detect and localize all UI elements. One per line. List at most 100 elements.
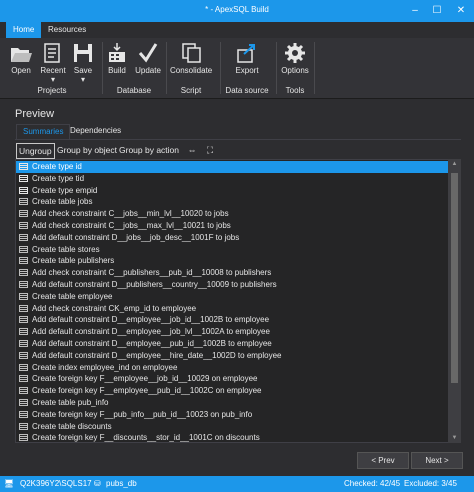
maximize-button[interactable]: ☐	[426, 3, 448, 19]
list-item-label: Add default constraint D__employee__hire…	[32, 350, 282, 360]
table-icon	[19, 198, 28, 206]
list-item[interactable]: Create table publishers	[16, 255, 448, 267]
list-item[interactable]: Add default constraint D__employee__job_…	[16, 326, 448, 338]
scrollbar-thumb[interactable]	[451, 173, 458, 383]
table-icon	[19, 375, 28, 383]
list-item-label: Create table stores	[32, 244, 100, 254]
type-icon	[19, 163, 28, 170]
consolidate-button[interactable]: Consolidate	[170, 40, 212, 75]
recent-button[interactable]: Recent ▾	[39, 40, 67, 84]
group-label-data-source: Data source	[225, 86, 269, 95]
list-item[interactable]: Create foreign key F__discounts__stor_id…	[16, 432, 448, 443]
list-item[interactable]: Create table discounts	[16, 421, 448, 433]
tab-dependencies[interactable]: Dependencies	[64, 124, 127, 138]
list-item[interactable]: Add default constraint D__jobs__job_desc…	[16, 232, 448, 244]
list-item[interactable]: Create index employee_ind on employee	[16, 362, 448, 374]
list-item-label: Create foreign key F__discounts__stor_id…	[32, 433, 260, 443]
summary-list[interactable]: Create type id Create type tid Create type…	[15, 159, 449, 443]
list-item-label: Create table discounts	[32, 421, 112, 431]
list-item-label: Add check constraint C__jobs__max_lvl__1…	[32, 220, 231, 230]
table-icon	[19, 316, 28, 324]
title-bar: * - ApexSQL Build – ☐ ✕	[0, 0, 474, 22]
expand-all-icon[interactable]: ⇔	[186, 144, 198, 156]
table-icon	[19, 434, 28, 442]
group-separator	[276, 42, 277, 94]
list-item[interactable]: Create table employee	[16, 291, 448, 303]
scroll-up-icon[interactable]: ▲	[448, 161, 461, 167]
preview-heading: Preview	[15, 108, 55, 120]
group-by-object-button[interactable]: Group by object	[55, 143, 119, 157]
database-name: pubs_db	[106, 479, 137, 488]
save-button[interactable]: Save ▾	[72, 40, 94, 84]
tab-home[interactable]: Home	[6, 22, 42, 38]
collapse-all-icon[interactable]: ⛶	[204, 144, 216, 156]
group-label-database: Database	[116, 86, 152, 95]
list-item[interactable]: Create table jobs	[16, 196, 448, 208]
table-icon	[19, 210, 28, 218]
group-label-tools: Tools	[285, 86, 305, 95]
prev-button[interactable]: < Prev	[357, 452, 409, 469]
list-item-label: Add default constraint D__employee__job_…	[32, 315, 270, 325]
close-button[interactable]: ✕	[450, 3, 472, 19]
list-item[interactable]: Create foreign key F__employee__pub_id__…	[16, 385, 448, 397]
vertical-scrollbar[interactable]: ▲ ▼	[448, 159, 461, 443]
group-label-projects: Projects	[37, 86, 67, 95]
minimize-button[interactable]: –	[404, 3, 426, 19]
list-item-label: Create table pub_info	[32, 397, 109, 407]
export-button[interactable]: Export	[232, 40, 262, 75]
table-icon	[19, 304, 28, 312]
list-item-label: Create index employee_ind on employee	[32, 362, 178, 372]
list-item[interactable]: Create foreign key F__employee__job_id__…	[16, 373, 448, 385]
list-item[interactable]: Create foreign key F__pub_info__pub_id__…	[16, 409, 448, 421]
update-button[interactable]: Update	[135, 40, 161, 75]
list-item-label: Add check constraint CK_emp_id to employ…	[32, 303, 197, 313]
table-icon	[19, 233, 28, 241]
list-item[interactable]: Add default constraint D__publishers__co…	[16, 279, 448, 291]
list-item[interactable]: Add check constraint CK_emp_id to employ…	[16, 303, 448, 315]
ungroup-button[interactable]: Ungroup	[16, 143, 55, 159]
excluded-count: Excluded: 3/45	[404, 479, 457, 488]
scroll-down-icon[interactable]: ▼	[448, 435, 461, 441]
table-icon	[19, 339, 28, 347]
list-item-label: Add default constraint D__employee__job_…	[32, 327, 270, 337]
table-icon	[19, 269, 28, 277]
group-separator	[166, 42, 167, 94]
list-item[interactable]: Create type id	[16, 161, 448, 173]
group-separator	[102, 42, 103, 94]
group-by-action-button[interactable]: Group by action	[117, 143, 181, 157]
list-item[interactable]: Create type empid	[16, 185, 448, 197]
list-item[interactable]: Create table stores	[16, 244, 448, 256]
next-button[interactable]: Next >	[411, 452, 463, 469]
list-item-label: Create type id	[32, 162, 82, 171]
ribbon-tab-strip: Home Resources	[0, 22, 474, 38]
ribbon: Open Recent ▾ Save ▾ Projects Build Upda…	[0, 38, 474, 99]
list-item[interactable]: Create type tid	[16, 173, 448, 185]
table-icon	[19, 221, 28, 229]
open-button[interactable]: Open	[8, 40, 34, 75]
consolidate-icon	[182, 43, 201, 63]
tab-resources[interactable]: Resources	[41, 22, 93, 38]
list-item-label: Create foreign key F__pub_info__pub_id__…	[32, 409, 253, 419]
table-icon	[19, 363, 28, 371]
server-icon: 🖥	[4, 479, 15, 488]
build-icon	[109, 43, 125, 62]
list-item[interactable]: Add check constraint C__jobs__max_lvl__1…	[16, 220, 448, 232]
table-icon	[19, 280, 28, 288]
build-button[interactable]: Build	[106, 40, 128, 75]
list-item-label: Create type empid	[32, 185, 98, 195]
list-item[interactable]: Add default constraint D__employee__hire…	[16, 350, 448, 362]
server-name: Q2K396Y2\SQLS17	[20, 479, 92, 488]
list-item[interactable]: Add default constraint D__employee__job_…	[16, 314, 448, 326]
window-title: * - ApexSQL Build	[205, 5, 269, 14]
list-item[interactable]: Add check constraint C__publishers__pub_…	[16, 267, 448, 279]
options-button[interactable]: Options	[280, 40, 310, 75]
list-item[interactable]: Add check constraint C__jobs__min_lvl__1…	[16, 208, 448, 220]
chevron-down-icon: ▾	[50, 75, 55, 84]
checked-count: Checked: 42/45	[344, 479, 401, 488]
folder-open-icon	[11, 48, 32, 62]
list-item[interactable]: Add default constraint D__employee__pub_…	[16, 338, 448, 350]
table-icon	[19, 351, 28, 359]
list-item[interactable]: Create table pub_info	[16, 397, 448, 409]
tab-summaries[interactable]: Summaries	[16, 124, 71, 139]
group-label-script: Script	[180, 86, 202, 95]
